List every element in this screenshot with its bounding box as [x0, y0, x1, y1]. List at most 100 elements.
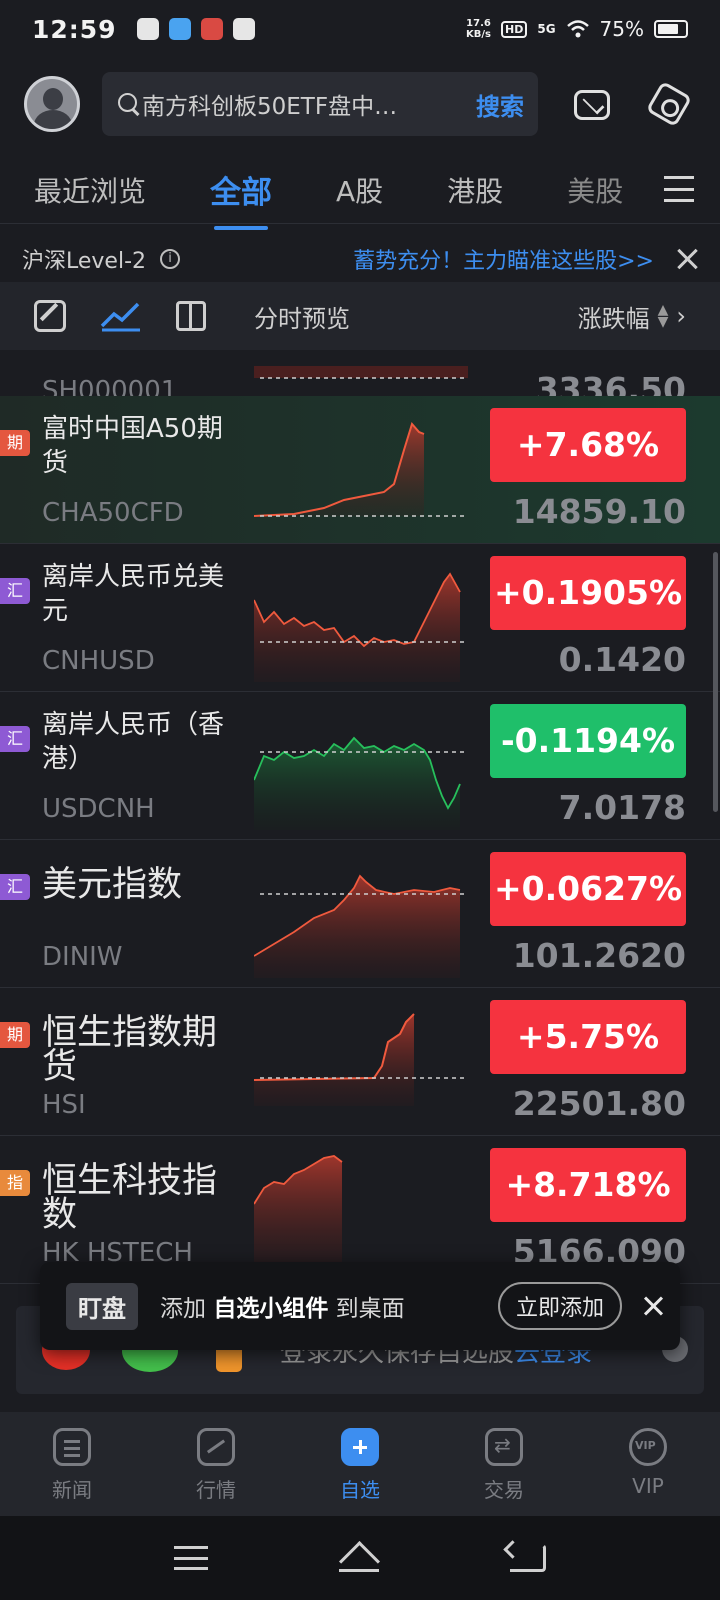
change-badge: -0.1194% — [490, 704, 686, 778]
forex-badge: 汇 — [0, 726, 30, 752]
header: 南方科创板50ETF盘中… 搜索 — [0, 68, 720, 140]
widget-toast: 盯盘 添加 自选小组件 到桌面 立即添加 — [40, 1262, 680, 1350]
stock-code: HSI — [42, 1090, 86, 1120]
app-notification-icon — [200, 18, 223, 40]
stock-name: 离岸人民币（香港） — [42, 710, 225, 774]
edit-icon[interactable] — [34, 300, 66, 332]
sparkline-chart — [254, 874, 464, 978]
status-bar: 12:59 17.6 KB/s HD 5G 75% — [0, 0, 720, 58]
nav-label: 交易 — [484, 1478, 524, 1502]
nav-label: VIP — [632, 1474, 664, 1498]
forex-badge: 汇 — [0, 578, 30, 604]
stock-price: 14859.10 — [512, 492, 686, 531]
nav-market[interactable]: 行情 — [144, 1412, 288, 1516]
search-bar[interactable]: 南方科创板50ETF盘中… 搜索 — [102, 72, 538, 136]
scrollbar[interactable] — [713, 552, 718, 812]
play-notification-icon — [232, 18, 255, 40]
nav-vip[interactable]: VIP — [576, 1412, 720, 1516]
bottom-nav: 新闻 行情 自选 交易 VIP — [0, 1412, 720, 1516]
hd-icon: HD — [501, 20, 528, 38]
tab-recent[interactable]: 最近浏览 — [34, 170, 146, 210]
news-icon — [53, 1428, 91, 1466]
plus-icon — [341, 1428, 379, 1466]
settings-icon[interactable] — [645, 80, 693, 128]
list-item[interactable]: 期 富时中国A50期货 CHA50CFD +7.68% 14859.10 — [0, 396, 720, 544]
avatar[interactable] — [24, 76, 80, 132]
info-icon[interactable]: i — [160, 249, 181, 269]
add-widget-button[interactable]: 立即添加 — [497, 1282, 622, 1330]
tab-hk-stocks[interactable]: 港股 — [447, 170, 503, 210]
change-badge: +0.1905% — [490, 556, 686, 630]
change-badge: +7.68% — [490, 408, 686, 482]
watchlist-toolbar: 分时预览 涨跌幅 ▲ ▼ › — [0, 282, 720, 350]
market-tabs: 最近浏览 全部 A股 港股 美股 — [0, 156, 720, 230]
system-nav-bar — [0, 1516, 720, 1600]
signal-icon: 5G — [537, 22, 556, 36]
tab-us-stocks[interactable]: 美股 — [567, 170, 623, 210]
preview-label: 分时预览 — [254, 304, 350, 333]
change-badge: +0.0627% — [490, 852, 686, 926]
app-notification-icon — [168, 18, 191, 40]
line-chart-icon[interactable] — [100, 300, 142, 332]
chevron-right-icon: › — [676, 302, 686, 330]
level2-banner: 沪深Level-2 i 蓄势充分！主力瞄准这些股>> — [0, 236, 720, 282]
sparkline-chart — [254, 421, 464, 517]
search-input[interactable]: 南方科创板50ETF盘中… — [142, 87, 444, 121]
stock-code: CHA50CFD — [42, 498, 184, 528]
list-item[interactable]: 汇 离岸人民币（香港） USDCNH -0.1194% 7.0178 — [0, 692, 720, 840]
search-icon — [116, 91, 142, 117]
tab-a-shares[interactable]: A股 — [336, 170, 383, 210]
sparkline-chart — [254, 572, 464, 682]
app-notification-icon — [136, 18, 159, 40]
stock-name: 美元指数 — [42, 865, 183, 905]
change-badge: +5.75% — [490, 1000, 686, 1074]
sparkline-chart — [254, 1013, 464, 1106]
level2-promo-link[interactable]: 蓄势充分！主力瞄准这些股>> — [353, 243, 654, 275]
trade-icon — [485, 1428, 523, 1466]
change-badge: +8.718% — [490, 1148, 686, 1222]
battery-percent: 75% — [599, 17, 644, 41]
watchlist: SH000001 3336.50 期 富时中国A50期货 CHA50CFD +7… — [0, 350, 720, 1290]
nav-label: 自选 — [340, 1478, 380, 1502]
stock-name: 离岸人民币兑美元 — [42, 562, 225, 626]
close-icon[interactable] — [642, 1295, 664, 1317]
nav-news[interactable]: 新闻 — [0, 1412, 144, 1516]
columns-icon[interactable] — [176, 301, 206, 331]
stock-code: USDCNH — [42, 794, 155, 824]
notification-icons — [136, 18, 255, 40]
net-speed: 17.6 KB/s — [466, 18, 491, 40]
back-icon[interactable] — [509, 1544, 546, 1572]
toast-tag: 盯盘 — [66, 1282, 138, 1330]
list-item[interactable]: 汇 离岸人民币兑美元 CNHUSD +0.1905% 0.1420 — [0, 544, 720, 692]
close-icon[interactable] — [676, 248, 698, 270]
nav-label: 行情 — [196, 1478, 236, 1502]
search-button[interactable]: 搜索 — [476, 87, 524, 122]
futures-badge: 期 — [0, 1022, 30, 1048]
forex-badge: 汇 — [0, 874, 30, 900]
sort-arrows-icon: ▲ ▼ — [657, 302, 669, 330]
stock-price: 22501.80 — [512, 1084, 686, 1123]
sort-label: 涨跌幅 — [577, 304, 650, 333]
nav-trade[interactable]: 交易 — [432, 1412, 576, 1516]
mail-icon[interactable] — [574, 90, 610, 120]
stock-price: 101.2620 — [512, 936, 686, 975]
wifi-icon — [566, 20, 589, 38]
stock-code: CNHUSD — [42, 646, 155, 676]
futures-badge: 期 — [0, 430, 30, 456]
index-badge: 指 — [0, 1170, 30, 1196]
nav-watchlist[interactable]: 自选 — [288, 1412, 432, 1516]
tab-menu-icon[interactable] — [664, 176, 694, 202]
home-icon[interactable] — [337, 1543, 381, 1573]
list-item[interactable]: 期 恒生指数期货 HSI +5.75% 22501.80 — [0, 988, 720, 1136]
chart-icon — [197, 1428, 235, 1466]
stock-price: 0.1420 — [558, 640, 686, 679]
tab-all[interactable]: 全部 — [210, 167, 272, 230]
list-item[interactable]: 汇 美元指数 DINIW +0.0627% 101.2620 — [0, 840, 720, 988]
nav-label: 新闻 — [52, 1478, 92, 1502]
recent-apps-icon[interactable] — [174, 1546, 209, 1570]
sort-button[interactable]: 涨跌幅 ▲ ▼ › — [578, 299, 686, 334]
vip-icon — [629, 1428, 667, 1466]
stock-price: 7.0178 — [558, 788, 686, 827]
battery-icon — [654, 20, 688, 38]
stock-name: 恒生科技指数 — [42, 1161, 218, 1235]
